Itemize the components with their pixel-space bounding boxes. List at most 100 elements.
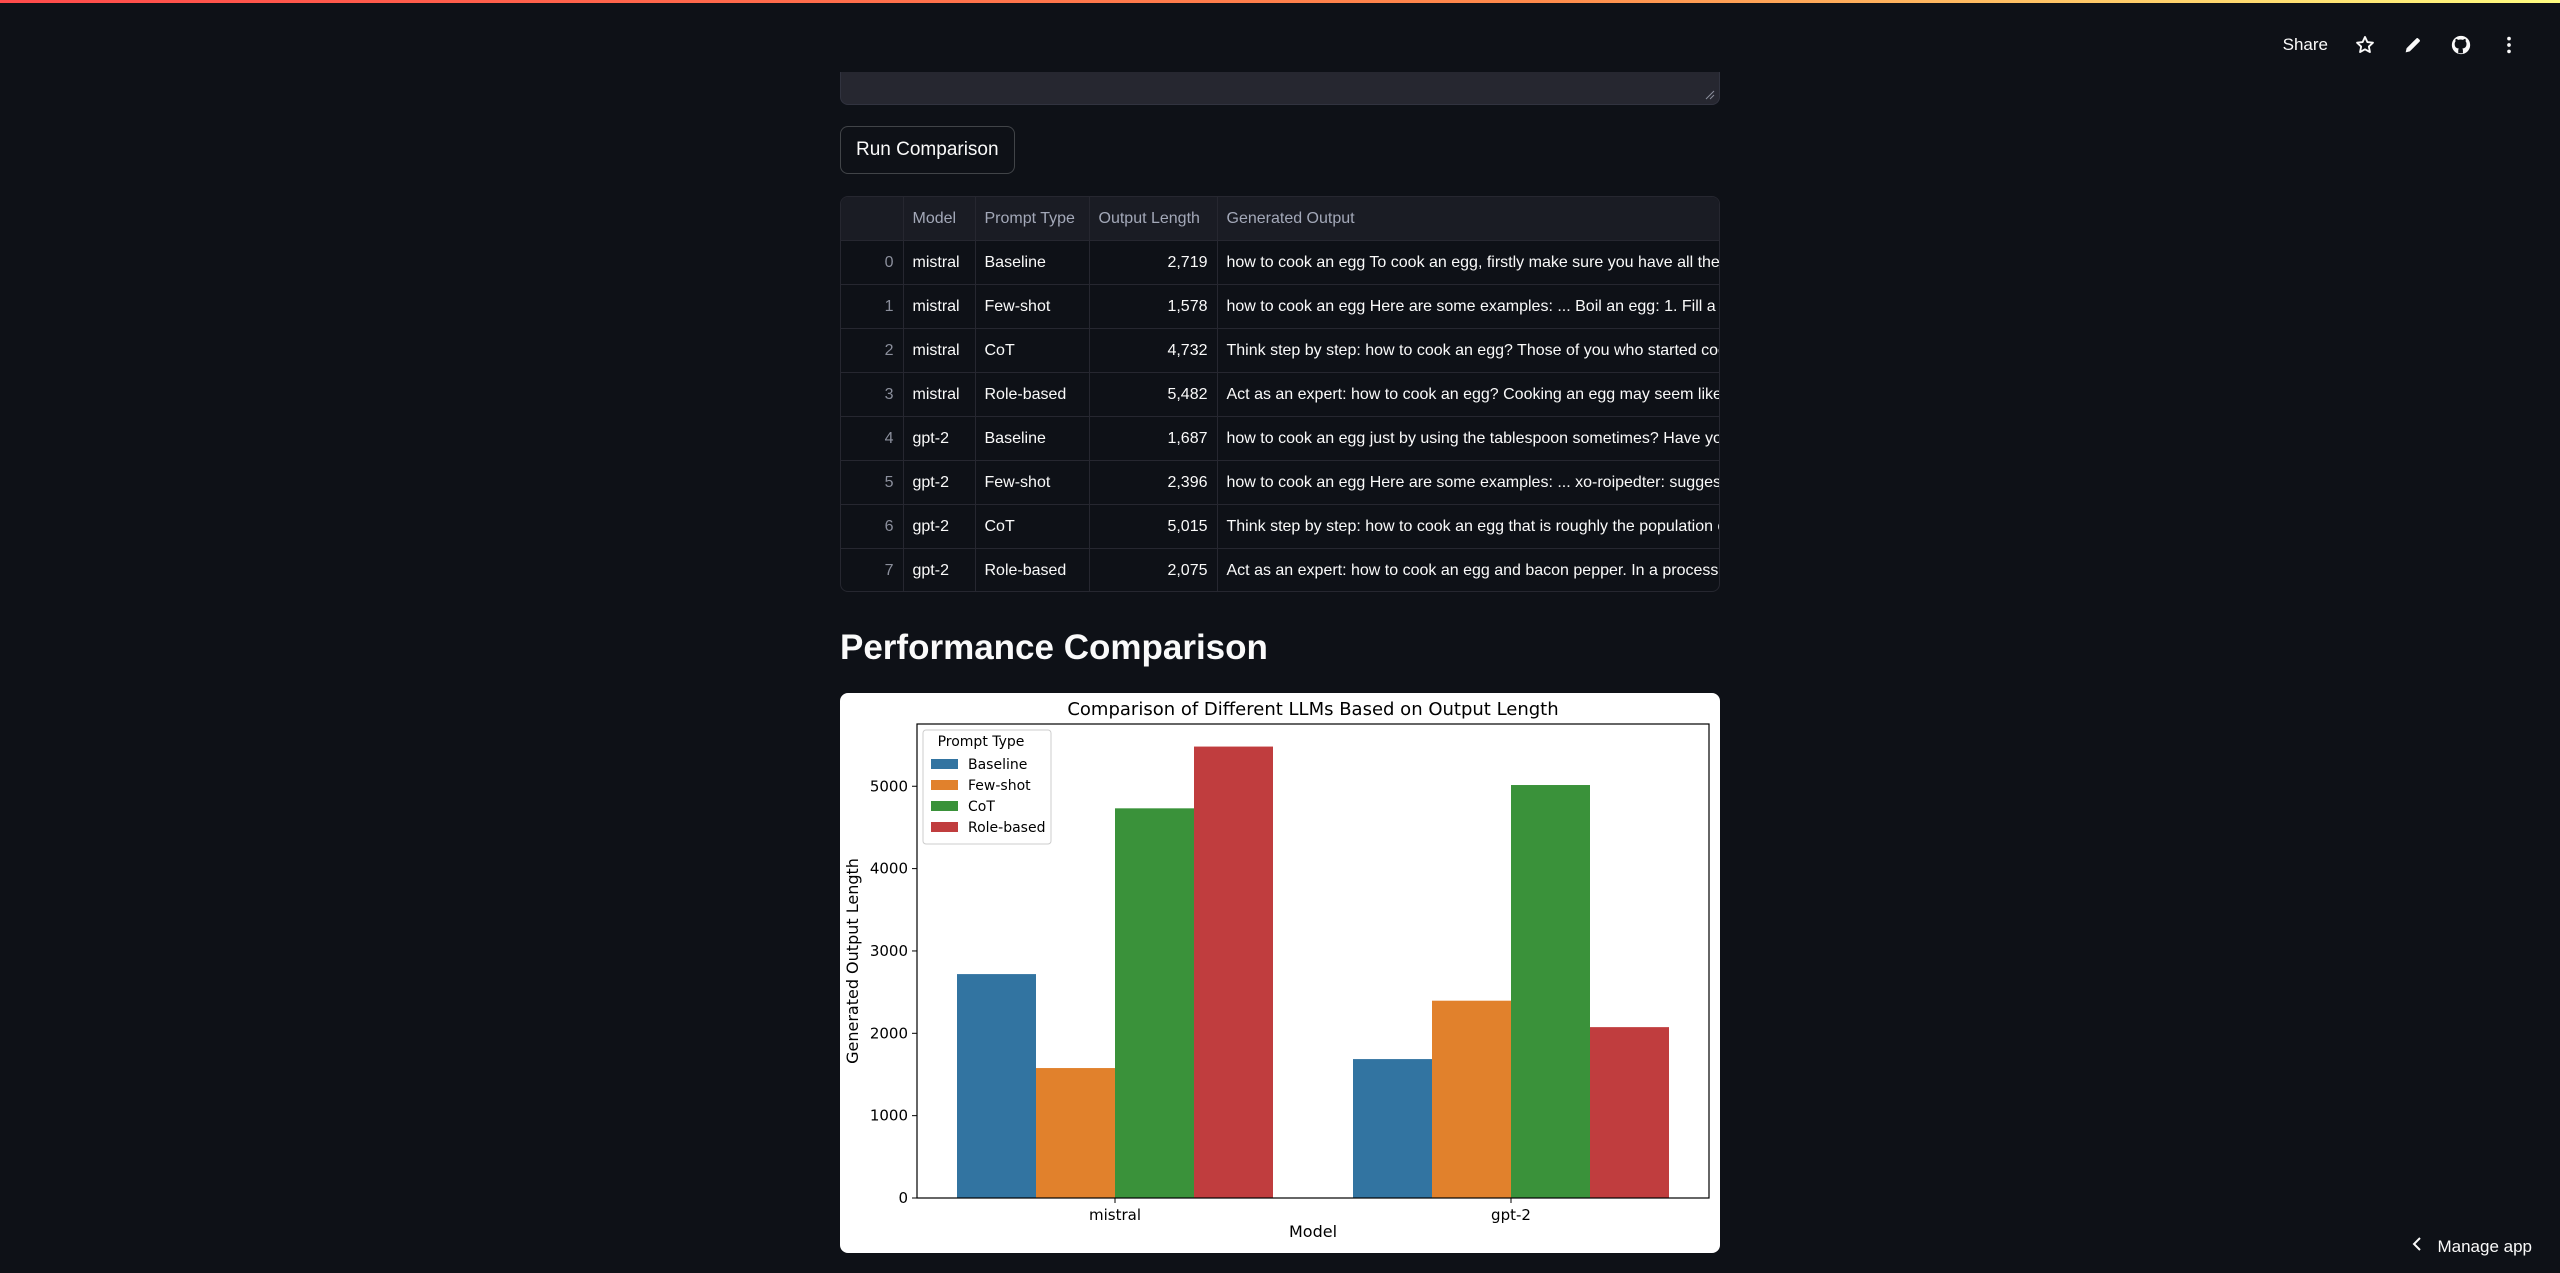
- cell-output-length[interactable]: 1,687: [1089, 416, 1218, 461]
- y-tick-label: 0: [898, 1189, 908, 1207]
- bar-few-shot-gpt-2: [1432, 1000, 1511, 1198]
- cell-model[interactable]: gpt-2: [903, 460, 976, 505]
- column-header-index[interactable]: [841, 197, 904, 241]
- y-tick-label: 1000: [870, 1107, 908, 1125]
- run-comparison-button[interactable]: Run Comparison: [840, 126, 1015, 174]
- legend-swatch-role-based: [931, 822, 958, 832]
- table-row: 1 mistral Few-shot 1,578 how to cook an …: [841, 284, 1719, 329]
- prompt-textarea[interactable]: [840, 72, 1720, 105]
- row-index: 0: [841, 240, 904, 285]
- cell-prompt-type[interactable]: Baseline: [975, 416, 1090, 461]
- row-index: 1: [841, 284, 904, 329]
- chevron-left-icon: [2411, 1236, 2423, 1257]
- resize-handle-icon[interactable]: [1703, 88, 1715, 100]
- more-vertical-icon[interactable]: [2498, 34, 2520, 56]
- table-row: 2 mistral CoT 4,732 Think step by step: …: [841, 328, 1719, 373]
- cell-prompt-type[interactable]: Baseline: [975, 240, 1090, 285]
- legend-label: CoT: [968, 799, 995, 815]
- chart-title: Comparison of Different LLMs Based on Ou…: [1067, 699, 1558, 720]
- row-index: 6: [841, 504, 904, 549]
- cell-generated-output[interactable]: Act as an expert: how to cook an egg and…: [1217, 548, 1719, 591]
- row-index: 7: [841, 548, 904, 591]
- column-header-prompt-type[interactable]: Prompt Type: [975, 197, 1090, 241]
- cell-prompt-type[interactable]: Role-based: [975, 372, 1090, 417]
- legend-label: Baseline: [968, 757, 1027, 773]
- cell-generated-output[interactable]: how to cook an egg To cook an egg, first…: [1217, 240, 1719, 285]
- cell-prompt-type[interactable]: Few-shot: [975, 460, 1090, 505]
- y-tick-label: 3000: [870, 942, 908, 960]
- share-button[interactable]: Share: [2283, 35, 2328, 55]
- cell-generated-output[interactable]: how to cook an egg Here are some example…: [1217, 284, 1719, 329]
- cell-generated-output[interactable]: Act as an expert: how to cook an egg? Co…: [1217, 372, 1719, 417]
- bar-cot-gpt-2: [1511, 785, 1590, 1198]
- cell-generated-output[interactable]: Think step by step: how to cook an egg? …: [1217, 328, 1719, 373]
- cell-prompt-type[interactable]: Role-based: [975, 548, 1090, 591]
- table-header-row: Model Prompt Type Output Length Generate…: [841, 197, 1719, 241]
- cell-output-length[interactable]: 5,015: [1089, 504, 1218, 549]
- legend-swatch-baseline: [931, 759, 958, 769]
- manage-app-label: Manage app: [2437, 1236, 2532, 1256]
- row-index: 3: [841, 372, 904, 417]
- bar-cot-mistral: [1115, 808, 1194, 1198]
- cell-model[interactable]: gpt-2: [903, 548, 976, 591]
- table-row: 7 gpt-2 Role-based 2,075 Act as an exper…: [841, 548, 1719, 591]
- bar-role-based-gpt-2: [1590, 1027, 1669, 1198]
- row-index: 4: [841, 416, 904, 461]
- legend-label: Few-shot: [968, 778, 1031, 794]
- cell-output-length[interactable]: 1,578: [1089, 284, 1218, 329]
- y-axis-label: Generated Output Length: [843, 858, 862, 1064]
- legend-label: Role-based: [968, 820, 1045, 836]
- y-tick-label: 2000: [870, 1024, 908, 1042]
- cell-model[interactable]: gpt-2: [903, 416, 976, 461]
- bar-few-shot-mistral: [1036, 1068, 1115, 1198]
- cell-output-length[interactable]: 4,732: [1089, 328, 1218, 373]
- cell-generated-output[interactable]: how to cook an egg Here are some example…: [1217, 460, 1719, 505]
- legend-swatch-cot: [931, 801, 958, 811]
- x-tick-label: gpt-2: [1491, 1206, 1531, 1224]
- column-header-model[interactable]: Model: [903, 197, 976, 241]
- cell-model[interactable]: mistral: [903, 372, 976, 417]
- pencil-icon[interactable]: [2402, 34, 2424, 56]
- row-index: 2: [841, 328, 904, 373]
- cell-prompt-type[interactable]: CoT: [975, 328, 1090, 373]
- bar-role-based-mistral: [1194, 746, 1273, 1198]
- table-row: 6 gpt-2 CoT 5,015 Think step by step: ho…: [841, 504, 1719, 549]
- chart-container: Comparison of Different LLMs Based on Ou…: [840, 693, 1720, 1253]
- cell-prompt-type[interactable]: CoT: [975, 504, 1090, 549]
- manage-app-button[interactable]: Manage app: [2411, 1236, 2532, 1257]
- column-header-generated-output[interactable]: Generated Output: [1217, 197, 1719, 241]
- bar-baseline-mistral: [957, 974, 1036, 1198]
- y-tick-label: 5000: [870, 777, 908, 795]
- legend-title: Prompt Type: [938, 734, 1025, 750]
- cell-output-length[interactable]: 5,482: [1089, 372, 1218, 417]
- x-axis-label: Model: [1289, 1222, 1337, 1241]
- table-row: 4 gpt-2 Baseline 1,687 how to cook an eg…: [841, 416, 1719, 461]
- table-row: 3 mistral Role-based 5,482 Act as an exp…: [841, 372, 1719, 417]
- toolbar: Share: [2283, 28, 2520, 62]
- cell-generated-output[interactable]: Think step by step: how to cook an egg t…: [1217, 504, 1719, 549]
- cell-model[interactable]: gpt-2: [903, 504, 976, 549]
- table-row: 5 gpt-2 Few-shot 2,396 how to cook an eg…: [841, 460, 1719, 505]
- legend-swatch-few-shot: [931, 780, 958, 790]
- cell-output-length[interactable]: 2,719: [1089, 240, 1218, 285]
- row-index: 5: [841, 460, 904, 505]
- top-decoration-bar: [0, 0, 2560, 3]
- cell-prompt-type[interactable]: Few-shot: [975, 284, 1090, 329]
- table-row: 0 mistral Baseline 2,719 how to cook an …: [841, 240, 1719, 285]
- results-dataframe[interactable]: Model Prompt Type Output Length Generate…: [840, 196, 1720, 592]
- x-tick-label: mistral: [1089, 1206, 1141, 1224]
- column-header-output-length[interactable]: Output Length: [1089, 197, 1218, 241]
- cell-generated-output[interactable]: how to cook an egg just by using the tab…: [1217, 416, 1719, 461]
- cell-output-length[interactable]: 2,396: [1089, 460, 1218, 505]
- star-icon[interactable]: [2354, 34, 2376, 56]
- results-table: Model Prompt Type Output Length Generate…: [841, 197, 1719, 591]
- bar-chart: Comparison of Different LLMs Based on Ou…: [843, 699, 1710, 1241]
- bar-baseline-gpt-2: [1353, 1059, 1432, 1198]
- cell-model[interactable]: mistral: [903, 328, 976, 373]
- cell-model[interactable]: mistral: [903, 240, 976, 285]
- section-title: Performance Comparison: [840, 628, 1268, 667]
- github-icon[interactable]: [2450, 34, 2472, 56]
- cell-output-length[interactable]: 2,075: [1089, 548, 1218, 591]
- cell-model[interactable]: mistral: [903, 284, 976, 329]
- y-tick-label: 4000: [870, 860, 908, 878]
